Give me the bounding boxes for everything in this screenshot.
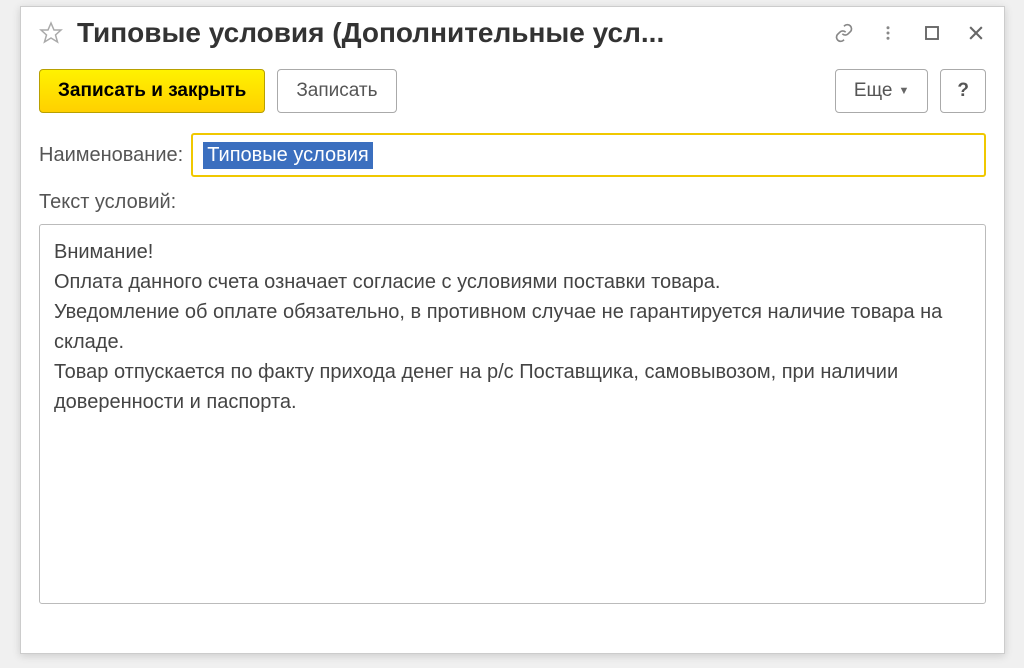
window-title: Типовые условия (Дополнительные усл... [77,17,820,49]
more-button-label: Еще [854,80,893,102]
chevron-down-icon: ▼ [899,85,910,97]
form-body: Наименование: Типовые условия Текст усло… [21,125,1004,622]
conditions-textarea[interactable]: Внимание! Оплата данного счета означает … [54,237,971,591]
name-input[interactable]: Типовые условия [191,133,986,177]
conditions-label: Текст условий: [39,191,176,213]
conditions-textarea-wrapper: Внимание! Оплата данного счета означает … [39,224,986,604]
name-label: Наименование: [39,144,183,167]
dialog-window: Типовые условия (Дополнительные усл... [20,6,1005,654]
save-button[interactable]: Записать [277,69,396,113]
title-bar: Типовые условия (Дополнительные усл... [21,7,1004,57]
maximize-icon[interactable] [922,23,942,43]
name-input-value: Типовые условия [203,142,373,169]
toolbar: Записать и закрыть Записать Еще ▼ ? [21,57,1004,125]
favorite-star-icon[interactable] [39,21,63,45]
more-button[interactable]: Еще ▼ [835,69,929,113]
close-icon[interactable] [966,23,986,43]
name-row: Наименование: Типовые условия [39,133,986,177]
kebab-menu-icon[interactable] [878,23,898,43]
help-button[interactable]: ? [940,69,986,113]
conditions-label-row: Текст условий: [39,191,986,214]
link-icon[interactable] [834,23,854,43]
title-controls [834,23,986,43]
save-and-close-button[interactable]: Записать и закрыть [39,69,265,113]
